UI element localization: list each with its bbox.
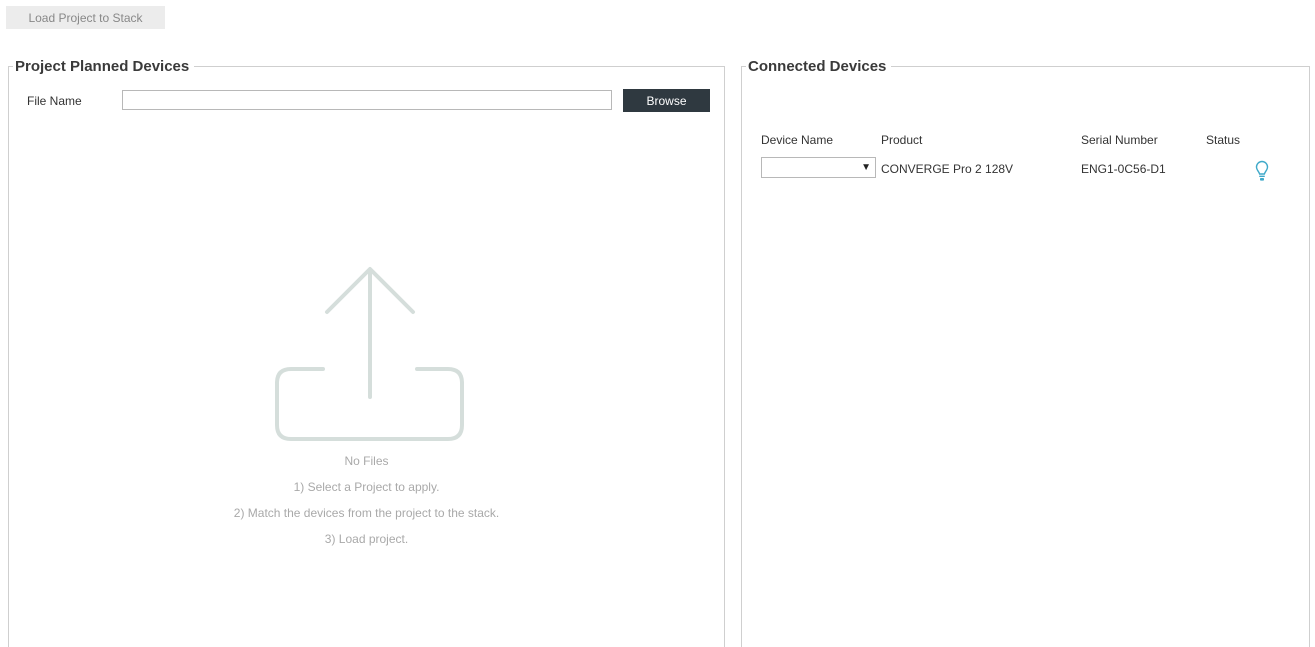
instruction-step-2: 2) Match the devices from the project to…: [233, 506, 500, 520]
connected-devices-panel: Connected Devices Device Name Product Se…: [741, 57, 1310, 647]
project-planned-devices-title: Project Planned Devices: [13, 57, 195, 76]
load-project-to-stack-button[interactable]: Load Project to Stack: [6, 6, 165, 29]
project-planned-devices-panel: Project Planned Devices File Name Browse…: [8, 57, 725, 647]
lightbulb-icon[interactable]: [1255, 160, 1269, 182]
chevron-down-icon: ▼: [861, 162, 871, 173]
column-header-serial-number: Serial Number: [1081, 133, 1158, 147]
product-cell: CONVERGE Pro 2 128V: [881, 162, 1014, 176]
file-name-input[interactable]: [122, 90, 612, 110]
column-header-device-name: Device Name: [761, 133, 834, 147]
upload-icon: [275, 267, 464, 441]
connected-devices-title: Connected Devices: [746, 57, 892, 76]
device-name-select[interactable]: ▼: [761, 157, 876, 178]
no-files-text: No Files: [344, 454, 389, 468]
instruction-step-3: 3) Load project.: [324, 532, 409, 546]
instruction-step-1: 1) Select a Project to apply.: [293, 480, 440, 494]
browse-button[interactable]: Browse: [623, 89, 710, 112]
column-header-status: Status: [1206, 133, 1241, 147]
column-header-product: Product: [881, 133, 923, 147]
serial-number-cell: ENG1-0C56-D1: [1081, 162, 1166, 176]
file-name-label: File Name: [27, 94, 82, 108]
